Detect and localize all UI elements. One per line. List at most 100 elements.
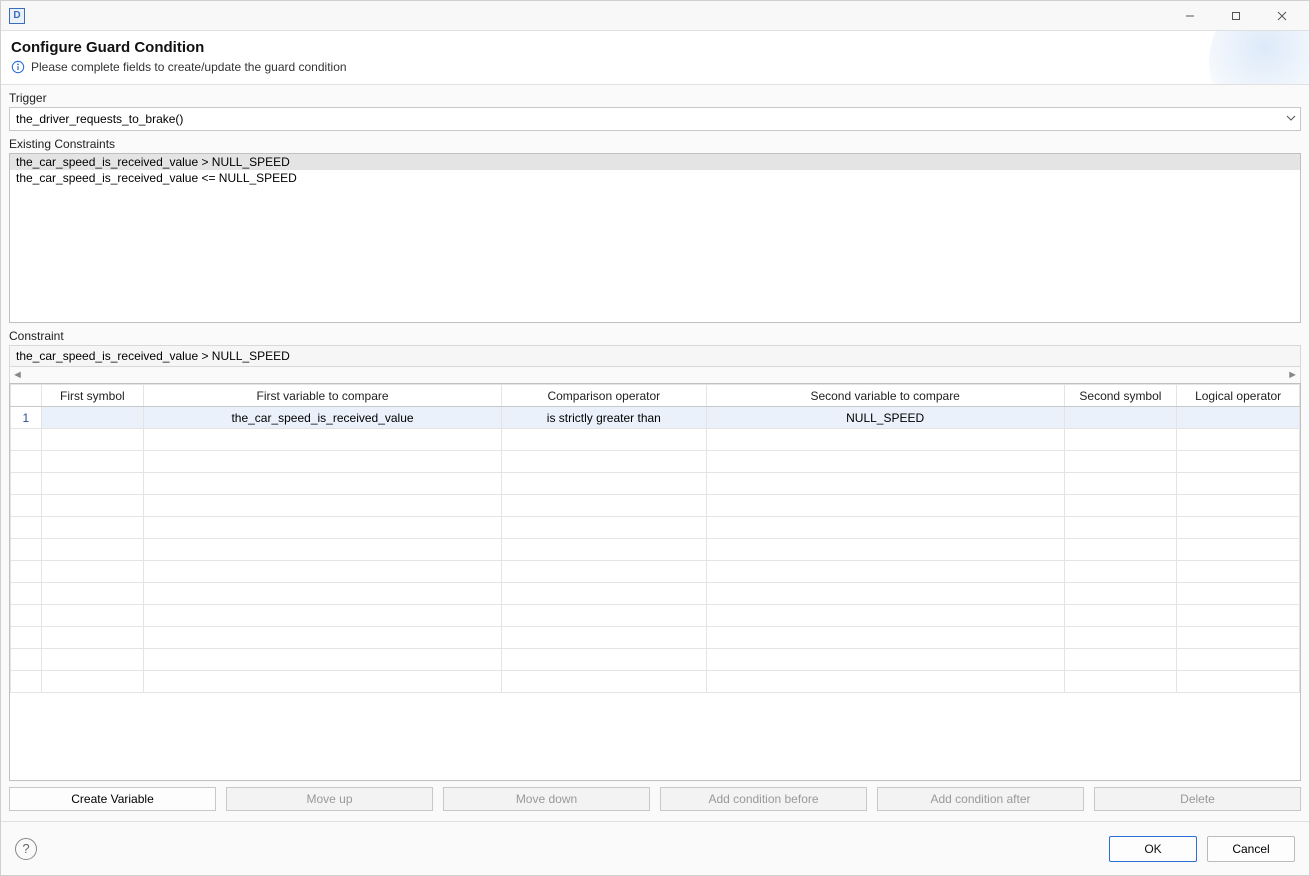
cell-empty[interactable] (11, 627, 42, 649)
cell-empty[interactable] (143, 671, 501, 693)
cell-empty[interactable] (41, 627, 143, 649)
move-down-button[interactable]: Move down (443, 787, 650, 811)
cell-empty[interactable] (41, 671, 143, 693)
table-row-empty[interactable] (11, 561, 1300, 583)
cell-empty[interactable] (143, 517, 501, 539)
cell-empty[interactable] (1064, 649, 1177, 671)
cell-empty[interactable] (143, 627, 501, 649)
move-up-button[interactable]: Move up (226, 787, 433, 811)
cell-logical-operator[interactable] (1177, 407, 1300, 429)
table-row-empty[interactable] (11, 473, 1300, 495)
cell-empty[interactable] (502, 605, 707, 627)
cell-empty[interactable] (11, 671, 42, 693)
cell-empty[interactable] (11, 649, 42, 671)
cell-empty[interactable] (502, 649, 707, 671)
cell-empty[interactable] (706, 561, 1064, 583)
cell-empty[interactable] (706, 671, 1064, 693)
cell-empty[interactable] (502, 671, 707, 693)
cell-empty[interactable] (1177, 605, 1300, 627)
minimize-button[interactable] (1167, 1, 1213, 31)
cell-empty[interactable] (1064, 495, 1177, 517)
cell-empty[interactable] (1177, 429, 1300, 451)
table-row-empty[interactable] (11, 517, 1300, 539)
cell-empty[interactable] (41, 539, 143, 561)
cell-empty[interactable] (1064, 539, 1177, 561)
existing-constraint-item[interactable]: the_car_speed_is_received_value <= NULL_… (10, 170, 1300, 186)
cell-empty[interactable] (1064, 561, 1177, 583)
cell-comparison-operator[interactable]: is strictly greater than (502, 407, 707, 429)
cell-empty[interactable] (1064, 583, 1177, 605)
cell-second-symbol[interactable] (1064, 407, 1177, 429)
cell-empty[interactable] (1177, 671, 1300, 693)
col-logical-operator[interactable]: Logical operator (1177, 385, 1300, 407)
cell-empty[interactable] (502, 451, 707, 473)
cell-empty[interactable] (1064, 517, 1177, 539)
cell-empty[interactable] (1177, 495, 1300, 517)
cell-empty[interactable] (706, 495, 1064, 517)
cell-empty[interactable] (11, 517, 42, 539)
trigger-dropdown[interactable]: the_driver_requests_to_brake() (9, 107, 1301, 131)
cell-empty[interactable] (41, 451, 143, 473)
table-row-empty[interactable] (11, 605, 1300, 627)
ok-button[interactable]: OK (1109, 836, 1197, 862)
cell-empty[interactable] (1064, 451, 1177, 473)
cell-empty[interactable] (1177, 561, 1300, 583)
cell-empty[interactable] (1177, 649, 1300, 671)
cell-empty[interactable] (706, 627, 1064, 649)
cell-empty[interactable] (706, 451, 1064, 473)
delete-button[interactable]: Delete (1094, 787, 1301, 811)
cell-empty[interactable] (143, 495, 501, 517)
cell-empty[interactable] (41, 605, 143, 627)
cell-empty[interactable] (502, 539, 707, 561)
cell-empty[interactable] (41, 583, 143, 605)
table-row-empty[interactable] (11, 583, 1300, 605)
help-button[interactable]: ? (15, 838, 37, 860)
cell-empty[interactable] (1177, 539, 1300, 561)
close-button[interactable] (1259, 1, 1305, 31)
cell-empty[interactable] (706, 429, 1064, 451)
cell-empty[interactable] (502, 583, 707, 605)
table-row-empty[interactable] (11, 649, 1300, 671)
cell-empty[interactable] (1177, 473, 1300, 495)
existing-constraints-list[interactable]: the_car_speed_is_received_value > NULL_S… (9, 153, 1301, 323)
cell-empty[interactable] (41, 495, 143, 517)
cell-empty[interactable] (706, 517, 1064, 539)
col-second-symbol[interactable]: Second symbol (1064, 385, 1177, 407)
col-second-variable[interactable]: Second variable to compare (706, 385, 1064, 407)
cell-empty[interactable] (706, 539, 1064, 561)
cell-empty[interactable] (11, 583, 42, 605)
table-row-empty[interactable] (11, 429, 1300, 451)
cell-empty[interactable] (706, 605, 1064, 627)
add-condition-after-button[interactable]: Add condition after (877, 787, 1084, 811)
table-row[interactable]: 1the_car_speed_is_received_valueis stric… (11, 407, 1300, 429)
cell-empty[interactable] (11, 429, 42, 451)
add-condition-before-button[interactable]: Add condition before (660, 787, 867, 811)
cell-rownum[interactable]: 1 (11, 407, 42, 429)
cell-empty[interactable] (143, 451, 501, 473)
cell-empty[interactable] (1064, 473, 1177, 495)
cell-empty[interactable] (502, 429, 707, 451)
scroll-right-icon[interactable]: ► (1287, 369, 1298, 381)
cell-empty[interactable] (41, 473, 143, 495)
cell-empty[interactable] (1177, 583, 1300, 605)
cell-empty[interactable] (1064, 605, 1177, 627)
cell-empty[interactable] (11, 561, 42, 583)
create-variable-button[interactable]: Create Variable (9, 787, 216, 811)
cell-empty[interactable] (502, 495, 707, 517)
cancel-button[interactable]: Cancel (1207, 836, 1295, 862)
constraint-table-container[interactable]: First symbol First variable to compare C… (9, 383, 1301, 781)
cell-empty[interactable] (11, 539, 42, 561)
maximize-button[interactable] (1213, 1, 1259, 31)
col-first-symbol[interactable]: First symbol (41, 385, 143, 407)
cell-empty[interactable] (41, 649, 143, 671)
cell-empty[interactable] (143, 605, 501, 627)
cell-empty[interactable] (502, 473, 707, 495)
cell-empty[interactable] (11, 495, 42, 517)
cell-empty[interactable] (1064, 671, 1177, 693)
cell-empty[interactable] (143, 649, 501, 671)
table-row-empty[interactable] (11, 495, 1300, 517)
cell-empty[interactable] (1177, 451, 1300, 473)
cell-empty[interactable] (11, 605, 42, 627)
cell-empty[interactable] (41, 517, 143, 539)
cell-empty[interactable] (143, 583, 501, 605)
